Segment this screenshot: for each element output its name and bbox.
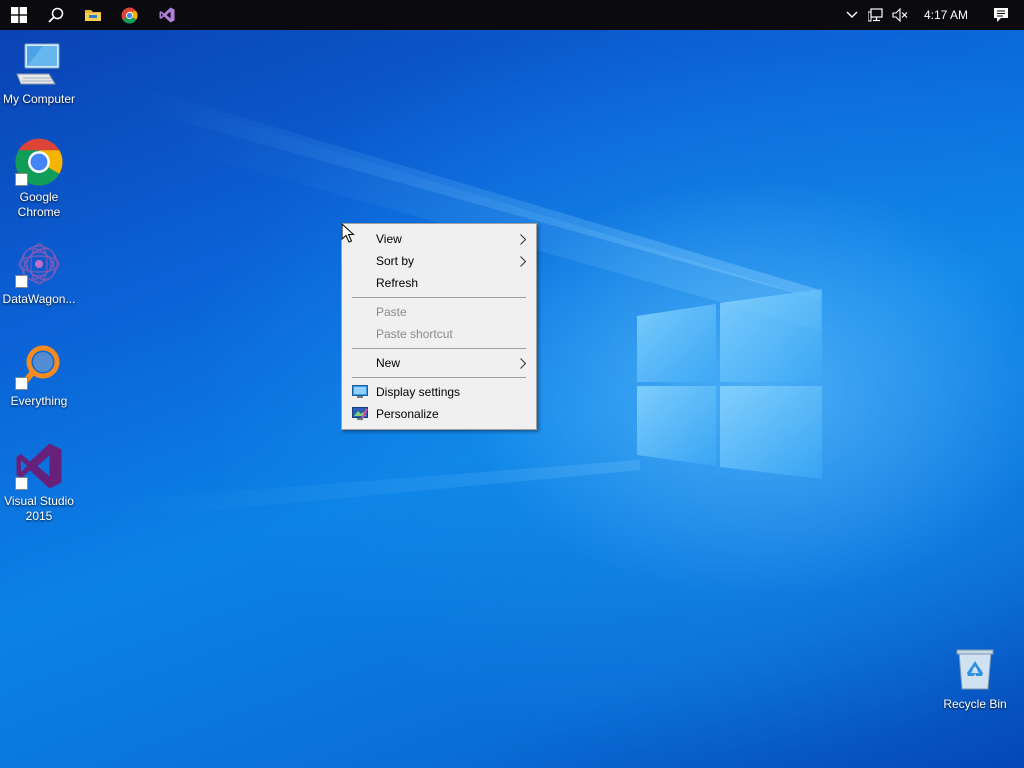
start-button[interactable] — [0, 0, 37, 30]
shortcut-arrow-icon — [15, 275, 28, 288]
desktop-icon-everything[interactable]: Everything — [0, 340, 78, 409]
submenu-arrow-icon — [520, 352, 526, 374]
display-settings-icon — [352, 385, 368, 398]
menu-separator — [352, 377, 526, 378]
desktop-context-menu: View Sort by Refresh Paste Paste shortcu… — [341, 223, 537, 430]
chrome-icon — [121, 7, 138, 23]
network-button[interactable] — [864, 0, 888, 30]
menu-item-paste[interactable]: Paste — [342, 301, 536, 323]
menu-item-view[interactable]: View — [342, 228, 536, 250]
computer-icon — [16, 43, 60, 85]
shortcut-arrow-icon — [15, 173, 28, 186]
folder-icon — [84, 10, 101, 21]
mouse-cursor-icon — [341, 223, 355, 243]
menu-item-label: Paste shortcut — [376, 327, 453, 341]
shortcut-arrow-icon — [15, 477, 28, 490]
chevron-up-icon — [846, 11, 858, 18]
system-tray: 4:17 AM — [840, 0, 1024, 30]
desktop-icon-visual-studio[interactable]: Visual Studio 2015 — [0, 440, 78, 524]
desktop-icon-my-computer[interactable]: My Computer — [0, 38, 78, 107]
notification-icon — [994, 8, 1008, 22]
visual-studio-icon — [159, 7, 174, 23]
menu-item-refresh[interactable]: Refresh — [342, 272, 536, 294]
menu-item-label: Sort by — [376, 254, 415, 268]
action-center-button[interactable] — [978, 0, 1024, 30]
taskbar-chrome[interactable] — [111, 0, 148, 30]
menu-item-label: Personalize — [376, 407, 439, 421]
windows-start-icon — [10, 7, 27, 23]
menu-item-label: View — [376, 232, 402, 246]
taskbar-file-explorer[interactable] — [74, 0, 111, 30]
taskbar: 4:17 AM — [0, 0, 1024, 30]
shortcut-arrow-icon — [15, 377, 28, 390]
desktop-icon-datawagon[interactable]: DataWagon... — [0, 238, 78, 307]
volume-muted-icon — [892, 8, 908, 22]
desktop-icon-label: DataWagon... — [2, 292, 76, 306]
desktop-icon-label: Google Chrome — [17, 190, 61, 219]
desktop-icon-label: Everything — [10, 394, 68, 408]
desktop-icon-label: My Computer — [2, 92, 76, 106]
menu-item-label: New — [376, 356, 401, 370]
network-icon — [867, 8, 883, 22]
volume-button[interactable] — [888, 0, 912, 30]
taskbar-clock[interactable]: 4:17 AM — [912, 8, 978, 22]
desktop[interactable]: 4:17 AM My Computer Google Chrome DataWa… — [0, 0, 1024, 768]
taskbar-visual-studio[interactable] — [148, 0, 185, 30]
desktop-icon-label: Visual Studio 2015 — [4, 494, 74, 523]
menu-separator — [352, 348, 526, 349]
menu-item-label: Display settings — [376, 385, 461, 399]
menu-item-display-settings[interactable]: Display settings — [342, 381, 536, 403]
personalize-icon — [352, 407, 368, 421]
show-hidden-icons-button[interactable] — [840, 0, 864, 30]
search-button[interactable] — [37, 0, 74, 30]
recycle-bin-icon — [956, 649, 994, 690]
menu-item-personalize[interactable]: Personalize — [342, 403, 536, 425]
submenu-arrow-icon — [520, 228, 526, 250]
desktop-icon-recycle-bin[interactable]: Recycle Bin — [936, 643, 1014, 712]
menu-item-label: Paste — [376, 305, 407, 319]
search-icon — [47, 7, 63, 23]
menu-item-label: Refresh — [376, 276, 419, 290]
windows-logo — [637, 289, 822, 479]
desktop-icon-label: Recycle Bin — [943, 697, 1007, 711]
menu-item-paste-shortcut[interactable]: Paste shortcut — [342, 323, 536, 345]
submenu-arrow-icon — [520, 250, 526, 272]
menu-separator — [352, 297, 526, 298]
menu-item-sort-by[interactable]: Sort by — [342, 250, 536, 272]
desktop-icon-google-chrome[interactable]: Google Chrome — [0, 136, 78, 220]
menu-item-new[interactable]: New — [342, 352, 536, 374]
